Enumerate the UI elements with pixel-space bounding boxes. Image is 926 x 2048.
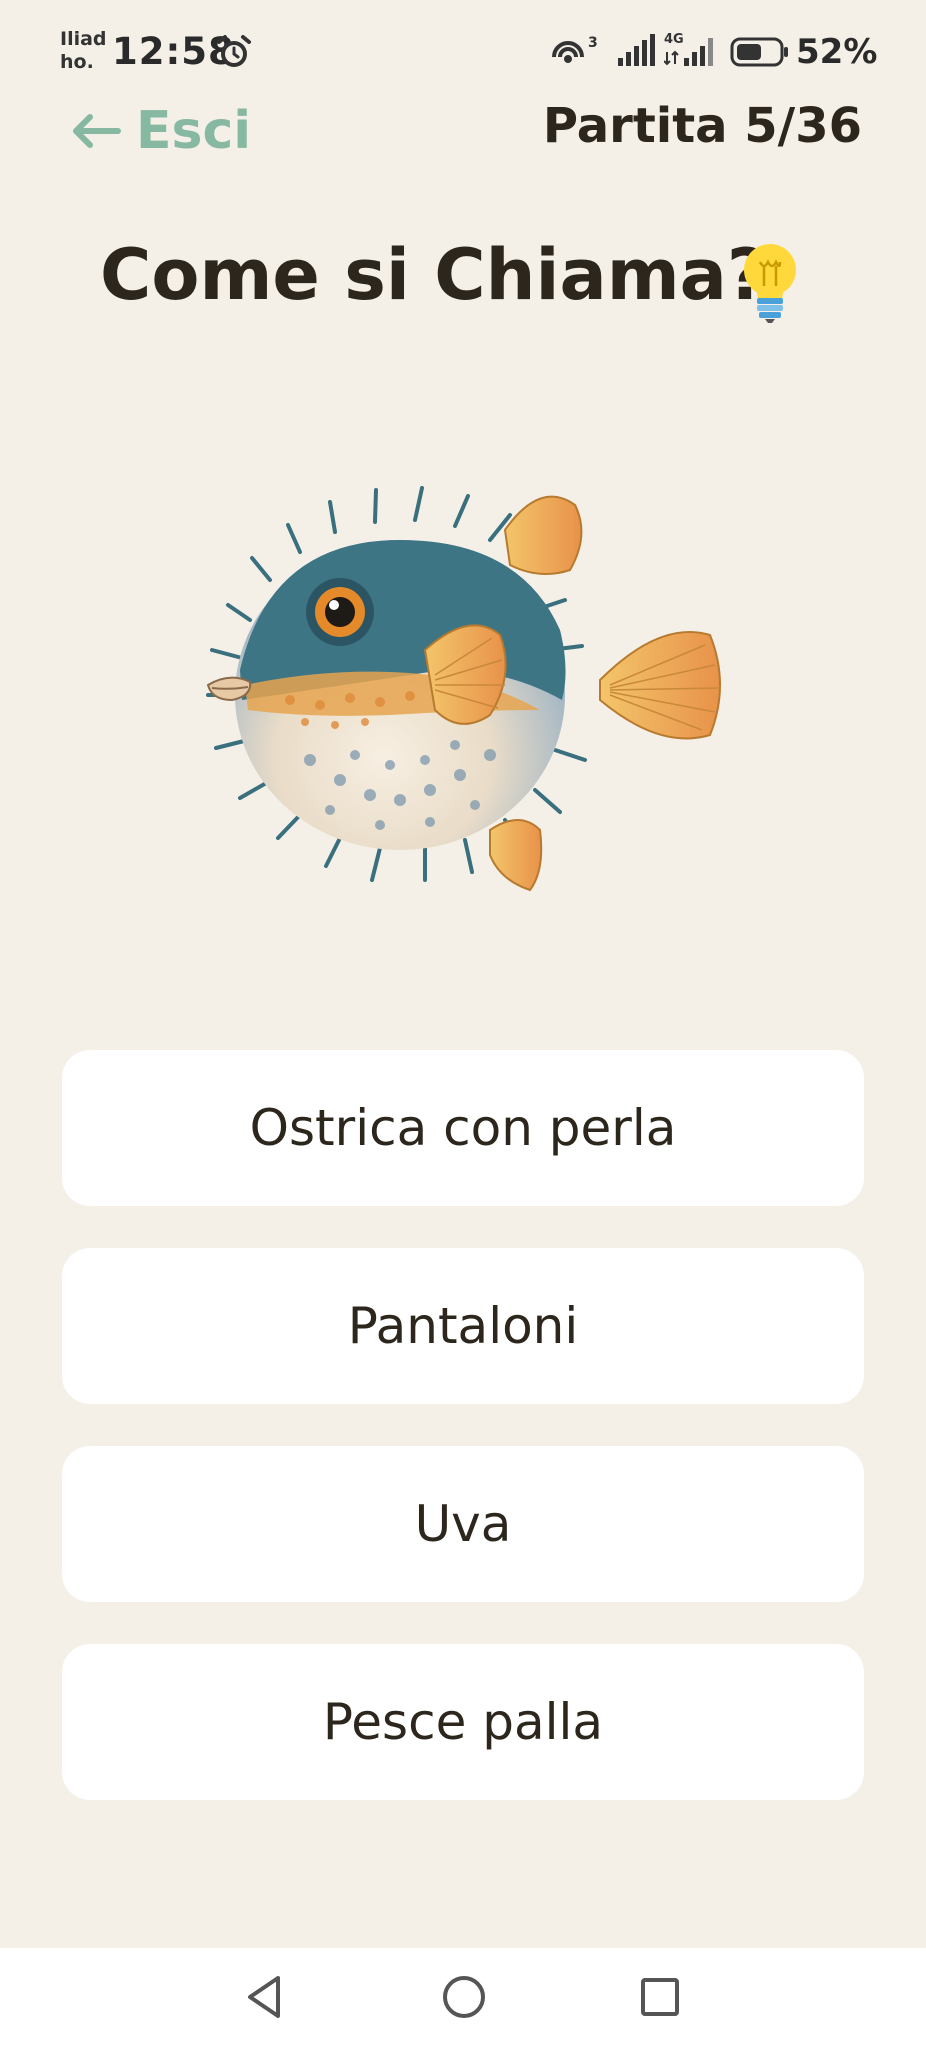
- question-title: Come si Chiama?: [100, 234, 768, 316]
- alarm-icon: [217, 35, 251, 67]
- nav-recents-icon[interactable]: [636, 1972, 684, 2022]
- signal-icon: [618, 34, 655, 66]
- battery-icon: [730, 37, 788, 67]
- network-type-label: 4G: [664, 32, 684, 47]
- signal-4g-icon: 4G: [664, 32, 713, 66]
- nav-home-icon[interactable]: [440, 1972, 488, 2022]
- arrow-left-icon: [73, 114, 121, 148]
- answer-option-4[interactable]: Pesce palla: [62, 1644, 864, 1800]
- carrier-label: Iliad ho.: [60, 28, 107, 74]
- pufferfish-image: [206, 486, 721, 892]
- game-screen: Iliad ho. 12:58 3 4G 52% Esci Partita 5/…: [0, 0, 926, 2048]
- hotspot-count: 3: [588, 35, 598, 51]
- lightbulb-icon[interactable]: [736, 240, 804, 324]
- nav-back-icon[interactable]: [242, 1972, 290, 2022]
- carrier-line-2: ho.: [60, 51, 94, 73]
- answer-option-2[interactable]: Pantaloni: [62, 1248, 864, 1404]
- status-bar: Iliad ho. 12:58 3 4G 52%: [0, 0, 926, 100]
- system-nav-bar: [0, 1948, 926, 2048]
- exit-label: Esci: [136, 101, 252, 161]
- hotspot-icon: 3: [552, 35, 598, 63]
- game-progress: Partita 5/36: [542, 98, 862, 154]
- answer-option-1[interactable]: Ostrica con perla: [62, 1050, 864, 1206]
- answer-option-3[interactable]: Uva: [62, 1446, 864, 1602]
- carrier-line-1: Iliad: [60, 28, 107, 50]
- battery-percent: 52%: [796, 32, 878, 72]
- exit-button[interactable]: Esci: [70, 96, 251, 166]
